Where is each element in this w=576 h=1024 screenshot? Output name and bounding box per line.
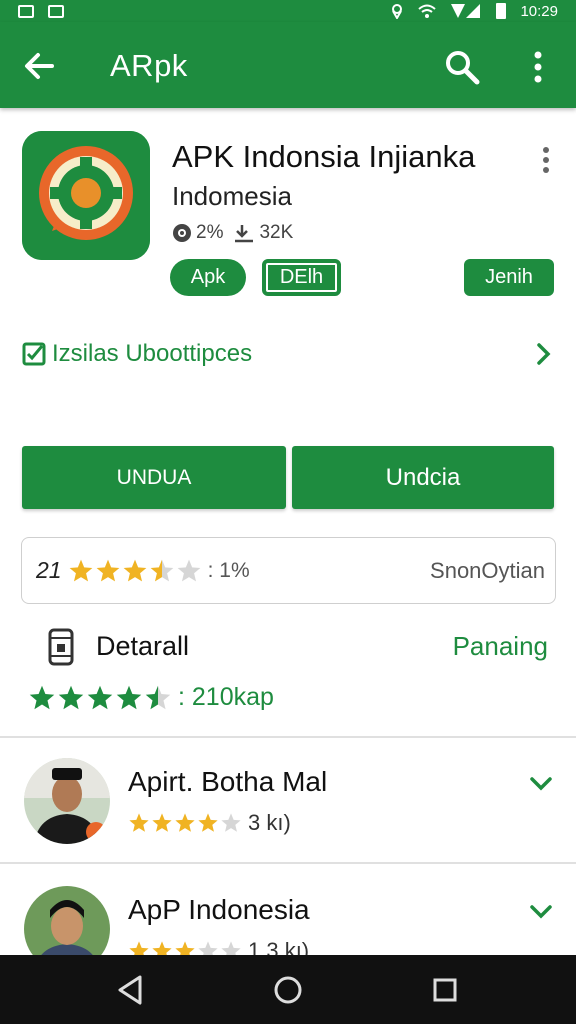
star-icon [129, 813, 149, 832]
status-time: 10:29 [520, 2, 558, 20]
size-stat-text: 32K [259, 222, 294, 243]
review-name: Apirt. Botha Mal [128, 766, 328, 797]
app-bar: ARpk [0, 22, 576, 108]
rating-card[interactable]: 21 : 1% SnonOytian [21, 537, 556, 604]
status-bar: 10:29 [0, 0, 576, 22]
review-rating: 3 kı) [128, 810, 291, 836]
star-icon [69, 559, 92, 581]
review-item[interactable]: Apirt. Botha Mal 3 kı) [0, 758, 576, 878]
chevron-right-icon [537, 343, 551, 365]
star-icon [87, 685, 113, 709]
app-chip[interactable]: Apk [170, 259, 246, 296]
info-link-row[interactable]: Izsilas Uboottipces [22, 335, 556, 373]
star-icon [116, 685, 142, 709]
star-icon [150, 559, 173, 581]
nav-bar [0, 955, 576, 1024]
review-score: 3 kı) [248, 810, 291, 835]
star-icon [152, 813, 172, 832]
phone-icon [48, 628, 74, 666]
star-icon [58, 685, 84, 709]
review-stars [128, 812, 242, 834]
signal-icon [451, 4, 481, 18]
app-logo [22, 131, 150, 260]
notification-icon [18, 4, 34, 18]
chevron-down-icon[interactable] [528, 898, 554, 924]
star-icon [175, 813, 195, 832]
star-icon [177, 559, 200, 581]
search-icon[interactable] [444, 49, 480, 85]
avatar [24, 758, 110, 844]
detail-stars [28, 684, 172, 712]
detail-link[interactable]: Panaing [453, 631, 548, 662]
app-icon [22, 131, 150, 260]
size-stat: 32K [233, 222, 293, 244]
star-icon [145, 685, 171, 709]
app-more-icon[interactable] [534, 145, 558, 175]
nav-back-icon[interactable] [114, 973, 148, 1007]
divider [0, 862, 576, 864]
nav-home-icon[interactable] [271, 973, 305, 1007]
undcia-button[interactable]: Undcia [292, 446, 554, 509]
rating-filter[interactable]: SnonOytian [430, 558, 545, 584]
more-vert-icon[interactable] [526, 50, 550, 84]
review-name: ApP Indonesia [128, 894, 310, 925]
status-right: 10:29 [390, 3, 558, 20]
app-screen: 10:29 ARpk APK Indonsia Injianka Indomes… [0, 0, 576, 1024]
wifi-icon [418, 4, 437, 18]
rating-percent: : 1% [207, 558, 250, 582]
detail-rating: : 210kap [28, 683, 274, 712]
app-bar-title: ARpk [110, 48, 188, 83]
rating-score: 21 [36, 557, 62, 583]
avatar-image [24, 758, 110, 844]
star-icon [96, 559, 119, 581]
status-left [18, 4, 64, 18]
back-arrow-icon[interactable] [22, 49, 56, 83]
detail-label: Detarall [96, 631, 190, 661]
checkbox-icon [22, 342, 46, 366]
detail-row: Detarall Panaing [22, 626, 556, 670]
star-icon [123, 559, 146, 581]
undua-button[interactable]: UNDUA [22, 446, 286, 509]
download-icon [235, 225, 254, 243]
nav-recents-icon[interactable] [428, 973, 462, 1007]
app-developer[interactable]: Indomesia [172, 181, 292, 212]
rating-stars [68, 558, 202, 584]
app-name: APK Indonsia Injianka [172, 139, 476, 174]
eye-icon [173, 224, 191, 242]
battery-icon [496, 3, 507, 19]
info-link-label: Izsilas Uboottipces [52, 340, 253, 367]
star-icon [198, 813, 218, 832]
app-meta: 2% 32K [172, 222, 293, 244]
downloads-stat-text: 2% [196, 222, 224, 243]
jenis-chip[interactable]: Jenih [464, 259, 554, 296]
star-icon [221, 813, 241, 832]
detail-rating-count: : 210kap [178, 683, 274, 711]
location-icon [392, 4, 403, 19]
sd-card-icon [48, 4, 64, 18]
detail-chip[interactable]: DElh [262, 259, 341, 296]
chevron-down-icon[interactable] [528, 770, 554, 796]
divider [0, 736, 576, 738]
star-icon [29, 685, 55, 709]
downloads-stat: 2% [172, 222, 223, 244]
